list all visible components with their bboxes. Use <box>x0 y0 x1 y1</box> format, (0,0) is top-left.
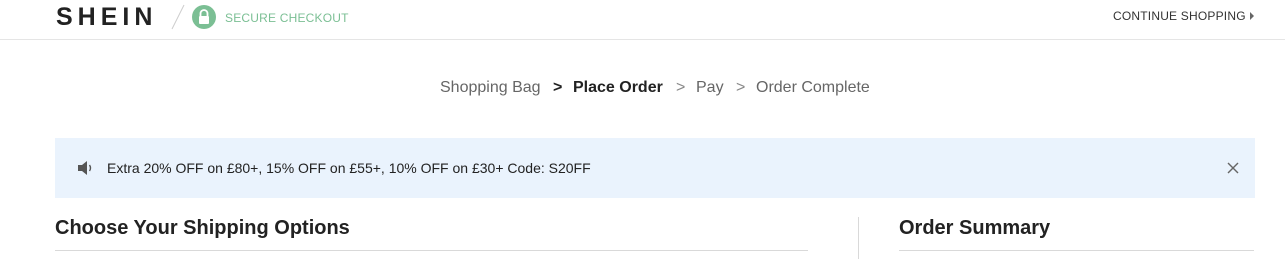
section-divider <box>899 250 1254 251</box>
promo-banner: Extra 20% OFF on £80+, 15% OFF on £55+, … <box>55 138 1255 198</box>
promo-text: Extra 20% OFF on £80+, 15% OFF on £55+, … <box>107 160 591 176</box>
step-separator: > <box>553 79 563 96</box>
checkout-steps: Shopping Bag > Place Order > Pay > Order… <box>0 79 1285 99</box>
shein-logo[interactable]: SHEIN <box>56 3 157 31</box>
step-shopping-bag[interactable]: Shopping Bag <box>440 79 541 97</box>
close-icon[interactable] <box>1225 160 1241 176</box>
speaker-icon <box>78 161 92 175</box>
lock-icon <box>192 5 216 29</box>
caret-right-icon[interactable] <box>1250 12 1254 20</box>
continue-shopping-link[interactable]: CONTINUE SHOPPING <box>1113 9 1246 23</box>
step-pay: Pay <box>696 79 724 96</box>
step-separator: > <box>736 79 746 96</box>
order-summary-title: Order Summary <box>899 217 1051 239</box>
column-divider <box>858 217 859 259</box>
step-place-order: Place Order <box>573 79 663 96</box>
top-header: SHEIN SECURE CHECKOUT CONTINUE SHOPPING <box>0 0 1285 40</box>
divider-slash <box>171 4 185 30</box>
step-separator: > <box>676 79 686 96</box>
step-order-complete: Order Complete <box>756 79 870 96</box>
secure-checkout-label: SECURE CHECKOUT <box>225 11 349 25</box>
shipping-options-title: Choose Your Shipping Options <box>55 217 350 239</box>
section-divider <box>55 250 808 251</box>
